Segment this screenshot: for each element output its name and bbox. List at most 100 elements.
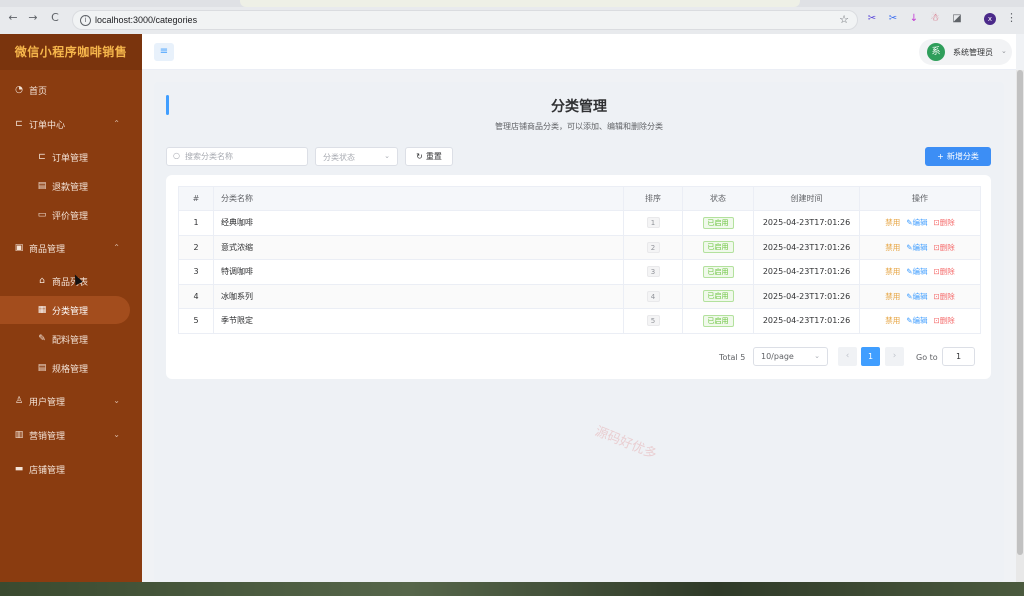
cart-icon: ⊏ [38,152,46,162]
sort-cell: 3 [623,259,683,285]
delete-button[interactable]: ⊡删除 [934,266,955,277]
search-field[interactable]: ○ [166,147,308,166]
add-category-button[interactable]: + 新增分类 [925,147,991,166]
sidebar-item-5[interactable]: ▣ 商品管理 ⌃ [0,234,142,262]
sidebar: 微信小程序咖啡销售 ◔ 首页 ⊏ 订单中心 ⌃ ⊏ 订单管理 ▤ 退款管理 ▭ 评价管理 ▣ 商品管理 ⌃… [0,34,142,582]
profile-avatar[interactable]: x [984,13,996,25]
sidebar-item-1[interactable]: ⊏ 订单中心 ⌃ [0,110,142,138]
table-row: 1 经典咖啡 1 已启用 2025-04-23T17:01:26 禁用 ✎编辑 ⊡删除 [178,210,981,236]
delete-button[interactable]: ⊡删除 [934,315,955,326]
site-info-icon[interactable]: i [80,15,91,26]
menu-toggle-icon[interactable]: ≡ [154,43,174,61]
status-badge: 已启用 [702,216,734,229]
category-name: 经典咖啡 [213,210,624,236]
sidebar-item-11[interactable]: ▥ 营销管理 ⌄ [0,421,142,449]
page-size-select[interactable]: 10/page ⌄ [753,347,828,366]
delete-label: 删除 [939,218,955,228]
delete-button[interactable]: ⊡删除 [934,291,955,302]
status-badge: 已启用 [702,290,734,303]
table-row: 5 季节限定 5 已启用 2025-04-23T17:01:26 禁用 ✎编辑 ⊡删除 [178,308,981,334]
status-badge: 已启用 [702,265,734,278]
sidebar-item-12[interactable]: ▬ 店铺管理 [0,455,142,483]
puzzle-ext-icon[interactable]: ◪ [951,13,963,25]
sidebar-item-2[interactable]: ⊏ 订单管理 [0,143,142,171]
sidebar-item-4[interactable]: ▭ 评价管理 [0,201,142,229]
sidebar-item-label: 订单中心 [29,120,66,131]
status-cell: 已启用 [682,210,754,236]
back-icon[interactable]: ← [6,11,20,25]
search-icon: ○ [173,151,180,160]
disable-button[interactable]: 禁用 [885,242,900,253]
grid-icon: ▦ [37,305,47,315]
scroll-thumb[interactable] [1017,70,1023,555]
created-time: 2025-04-23T17:01:26 [753,283,860,309]
delete-label: 删除 [939,267,955,277]
marketing-icon: ▥ [14,430,24,440]
sidebar-item-3[interactable]: ▤ 退款管理 [0,172,142,200]
status-cell: 已启用 [682,259,754,285]
url-text[interactable]: localhost:3000/categories [95,15,197,25]
user-name: 系统管理员 [953,48,993,57]
edit-label: 编辑 [912,242,928,252]
search-input[interactable] [185,150,303,163]
status-select-placeholder: 分类状态 [323,153,355,162]
user-dropdown[interactable]: 系 系统管理员 ⌄ [919,39,1012,65]
comment-icon: ▭ [37,210,47,220]
disable-button[interactable]: 禁用 [885,291,900,302]
download-ext-icon[interactable]: ↓ [908,13,920,25]
sidebar-item-8[interactable]: ✎ 配料管理 [0,325,142,353]
user-icon: ♙ [14,396,24,406]
delete-button[interactable]: ⊡删除 [934,242,955,253]
sort-tag: 2 [646,241,660,253]
ingredient-icon: ✎ [38,334,46,344]
column-header: 排序 [623,186,683,211]
sidebar-item-6[interactable]: ⌂ 商品列表 [0,267,142,295]
goto-label: Go to [916,353,938,362]
edit-label: 编辑 [912,218,928,228]
delete-label: 删除 [939,316,955,326]
scissors-ext-icon[interactable]: ✂ [866,13,878,25]
active-tab[interactable] [240,0,800,7]
browser-menu-icon[interactable]: ⋮ [1006,11,1017,24]
scissors2-ext-icon[interactable]: ✂ [887,13,899,25]
actions-cell: 禁用 ✎编辑 ⊡删除 [859,308,981,334]
page-scrollbar[interactable] [1016,70,1024,582]
chevron-down-icon: ⌄ [384,152,390,160]
actions-cell: 禁用 ✎编辑 ⊡删除 [859,210,981,236]
edit-button[interactable]: ✎编辑 [906,242,927,253]
add-category-label: 新增分类 [946,152,979,161]
edit-label: 编辑 [912,316,928,326]
robot-ext-icon[interactable]: ☃ [929,13,941,25]
edit-button[interactable]: ✎编辑 [906,315,927,326]
status-cell: 已启用 [682,308,754,334]
prev-page-button[interactable]: ‹ [838,347,857,366]
forward-icon[interactable]: → [26,11,40,25]
reset-button[interactable]: ↻ 重置 [405,147,453,166]
next-page-button[interactable]: › [885,347,904,366]
sidebar-item-0[interactable]: ◔ 首页 [0,76,142,104]
goto-page-input[interactable]: 1 [942,347,975,366]
disable-button[interactable]: 禁用 [885,315,900,326]
reload-icon[interactable]: C [48,11,62,25]
disable-button[interactable]: 禁用 [885,217,900,228]
disable-button[interactable]: 禁用 [885,266,900,277]
avatar: 系 [927,43,945,61]
table-header-row: # 分类名称 排序 状态 创建时间 操作 [178,186,981,211]
status-select[interactable]: 分类状态 ⌄ [315,147,398,166]
edit-button[interactable]: ✎编辑 [906,217,927,228]
sidebar-item-7[interactable]: ▦ 分类管理 [0,296,130,324]
edit-button[interactable]: ✎编辑 [906,266,927,277]
refresh-icon: ↻ [416,152,423,161]
refund-icon: ▤ [37,181,47,191]
address-bar[interactable]: i localhost:3000/categories ☆ [72,10,858,30]
app-logo: 微信小程序咖啡销售 [0,34,142,70]
bookmark-star-icon[interactable]: ☆ [839,13,849,26]
sidebar-item-10[interactable]: ♙ 用户管理 ⌄ [0,387,142,415]
sidebar-item-9[interactable]: ▤ 规格管理 [0,354,142,382]
delete-button[interactable]: ⊡删除 [934,217,955,228]
edit-label: 编辑 [912,267,928,277]
edit-button[interactable]: ✎编辑 [906,291,927,302]
goods-icon: ⌂ [39,276,45,286]
page-number-current[interactable]: 1 [861,347,880,366]
column-header: 分类名称 [213,186,624,211]
